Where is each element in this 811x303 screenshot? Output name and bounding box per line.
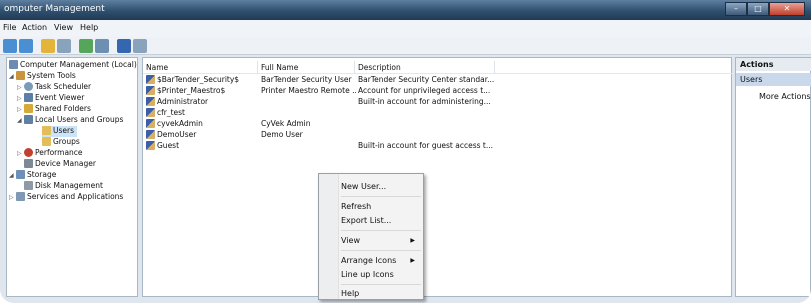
tree-item-users[interactable]: Users [42,126,78,137]
shared-folder-icon [24,104,33,113]
toolbar [0,37,811,55]
collapse-icon[interactable]: ◢ [9,172,16,179]
user-icon [146,97,155,106]
folder-icon [42,126,51,135]
tree-item-computer-management[interactable]: Computer Management (Local) [9,60,137,71]
list-header: Name Full Name Description [143,61,733,74]
clock-icon [24,82,33,91]
computer-icon [9,60,18,69]
actions-section-users[interactable]: Users [736,73,811,86]
user-icon [146,141,155,150]
user-icon [146,75,155,84]
submenu-arrow-icon: ▶ [410,257,415,264]
expand-icon[interactable]: ▷ [17,106,24,113]
tree-item-task-scheduler[interactable]: ▷ Task Scheduler [17,82,91,93]
window-title: omputer Management [4,4,105,14]
close-button[interactable]: ✕ [769,2,805,16]
tree-item-system-tools[interactable]: ◢ System Tools [9,71,76,82]
expand-icon[interactable]: ▷ [17,95,24,102]
folder-icon [42,137,51,146]
disk-icon [24,181,33,190]
forward-arrow-icon[interactable] [19,39,33,53]
context-item-view[interactable]: View ▶ [341,236,423,245]
context-item-help[interactable]: Help [341,289,359,298]
column-header-full-name[interactable]: Full Name [258,61,355,74]
properties-icon[interactable] [133,39,147,53]
column-header-description[interactable]: Description [355,61,495,74]
more-actions-link[interactable]: More Actions [759,92,811,101]
submenu-arrow-icon: ▶ [410,237,415,244]
table-row[interactable]: $Printer_Maestro$ Printer Maestro Remote… [143,86,733,97]
users-group-icon [24,115,33,124]
table-row[interactable]: cyvekAdmin CyVek Admin [143,119,733,130]
tree-item-groups[interactable]: Groups [42,137,80,148]
tree-item-services-and-applications[interactable]: ▷ Services and Applications [9,192,123,203]
maximize-button[interactable]: □ [747,2,769,16]
context-item-line-up-icons[interactable]: Line up Icons [341,270,394,279]
tools-icon [16,71,25,80]
actions-header: Actions [736,58,811,71]
device-manager-icon [24,159,33,168]
table-row[interactable]: cfr_test [143,108,733,119]
table-row[interactable]: Administrator Built-in account for admin… [143,97,733,108]
tree-item-local-users-and-groups[interactable]: ◢ Local Users and Groups [17,115,123,126]
table-row[interactable]: Guest Built-in account for guest access … [143,141,733,152]
up-folder-icon[interactable] [41,39,55,53]
storage-icon [16,170,25,179]
user-icon [146,108,155,117]
context-item-new-user[interactable]: New User... [341,182,386,191]
context-separator [341,284,421,285]
export-list-icon[interactable] [95,39,109,53]
table-row[interactable]: $BarTender_Security$ BarTender Security … [143,75,733,86]
collapse-icon[interactable]: ◢ [17,117,24,124]
tree-item-disk-management[interactable]: Disk Management [24,181,103,192]
column-header-name[interactable]: Name [143,61,258,74]
users-list: Name Full Name Description $BarTender_Se… [142,57,733,297]
show-hide-tree-icon[interactable] [57,39,71,53]
menu-bar: File Action View Help [0,20,811,37]
refresh-icon[interactable] [79,39,93,53]
context-menu: New User... Refresh Export List... View … [318,173,424,300]
actions-pane: Actions Users More Actions [735,57,811,297]
context-item-refresh[interactable]: Refresh [341,202,371,211]
user-icon [146,86,155,95]
tree-item-device-manager[interactable]: Device Manager [24,159,96,170]
minimize-button[interactable]: – [725,2,747,16]
menu-help[interactable]: Help [80,23,98,32]
tree-item-performance[interactable]: ▷ Performance [17,148,83,159]
help-icon[interactable] [117,39,131,53]
tree-item-shared-folders[interactable]: ▷ Shared Folders [17,104,91,115]
title-bar[interactable]: omputer Management – □ ✕ [0,0,811,20]
user-icon [146,119,155,128]
tree-item-event-viewer[interactable]: ▷ Event Viewer [17,93,84,104]
tree-item-storage[interactable]: ◢ Storage [9,170,56,181]
menu-action[interactable]: Action [22,23,47,32]
services-icon [16,192,25,201]
context-menu-gutter [319,174,339,299]
table-row[interactable]: DemoUser Demo User [143,130,733,141]
back-arrow-icon[interactable] [3,39,17,53]
expand-icon[interactable]: ▷ [17,84,24,91]
menu-file[interactable]: File [3,23,16,32]
collapse-icon[interactable]: ◢ [9,73,16,80]
event-viewer-icon [24,93,33,102]
context-separator [341,250,421,251]
context-separator [341,196,421,197]
context-separator [341,230,421,231]
performance-icon [24,148,33,157]
console-tree: Computer Management (Local) ◢ System Tool… [6,57,138,297]
expand-icon[interactable]: ▷ [17,150,24,157]
user-icon [146,130,155,139]
context-item-arrange-icons[interactable]: Arrange Icons ▶ [341,256,423,265]
context-item-export-list[interactable]: Export List... [341,216,391,225]
expand-icon[interactable]: ▷ [9,194,16,201]
menu-view[interactable]: View [54,23,73,32]
